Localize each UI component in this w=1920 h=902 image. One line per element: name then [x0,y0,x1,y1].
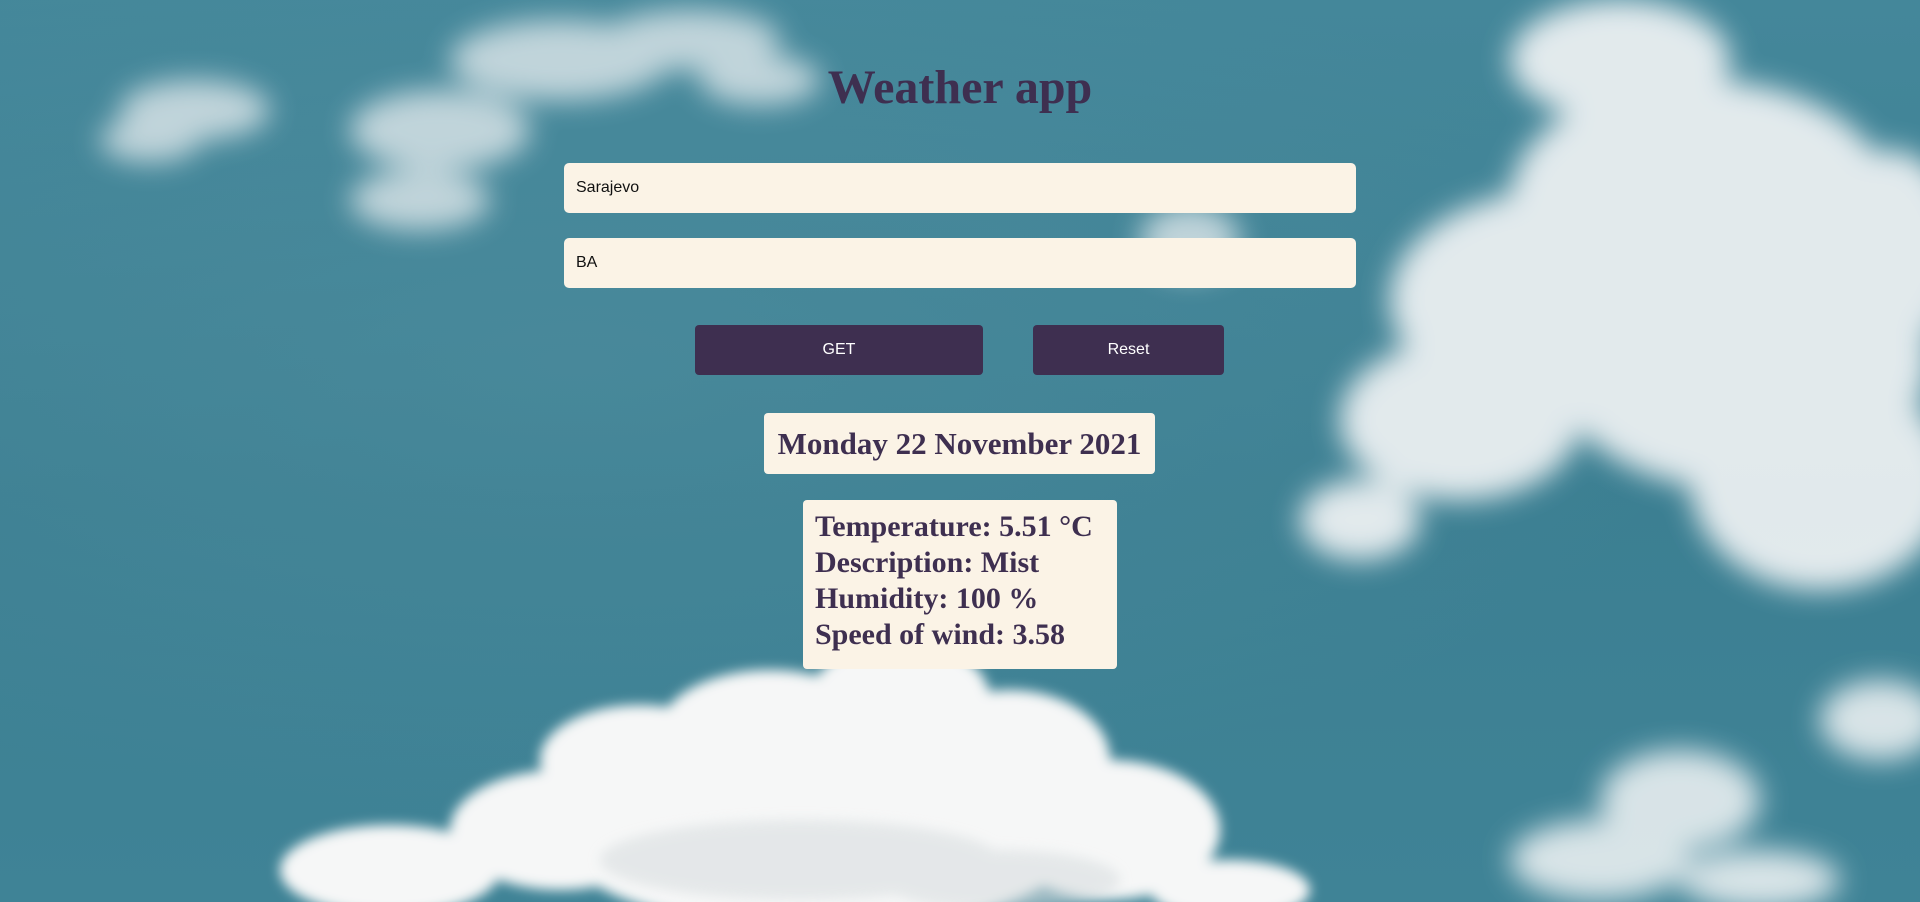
wind-speed-text: Speed of wind: 3.58 [815,618,1066,651]
page-title: Weather app [827,61,1093,114]
date-display: Monday 22 November 2021 [764,413,1155,474]
temperature-text: Temperature: 5.51 °C [815,510,1093,543]
city-input[interactable] [564,163,1356,213]
description-text: Description: Mist [815,546,1040,579]
weather-app: Weather app GET Reset Monday 22 November… [0,0,1920,902]
humidity-text: Humidity: 100 % [815,582,1039,615]
weather-result-card: Temperature: 5.51 °C Description: Mist H… [803,500,1117,669]
reset-button[interactable]: Reset [1033,325,1224,375]
country-code-input[interactable] [564,238,1356,288]
get-button[interactable]: GET [695,325,983,375]
